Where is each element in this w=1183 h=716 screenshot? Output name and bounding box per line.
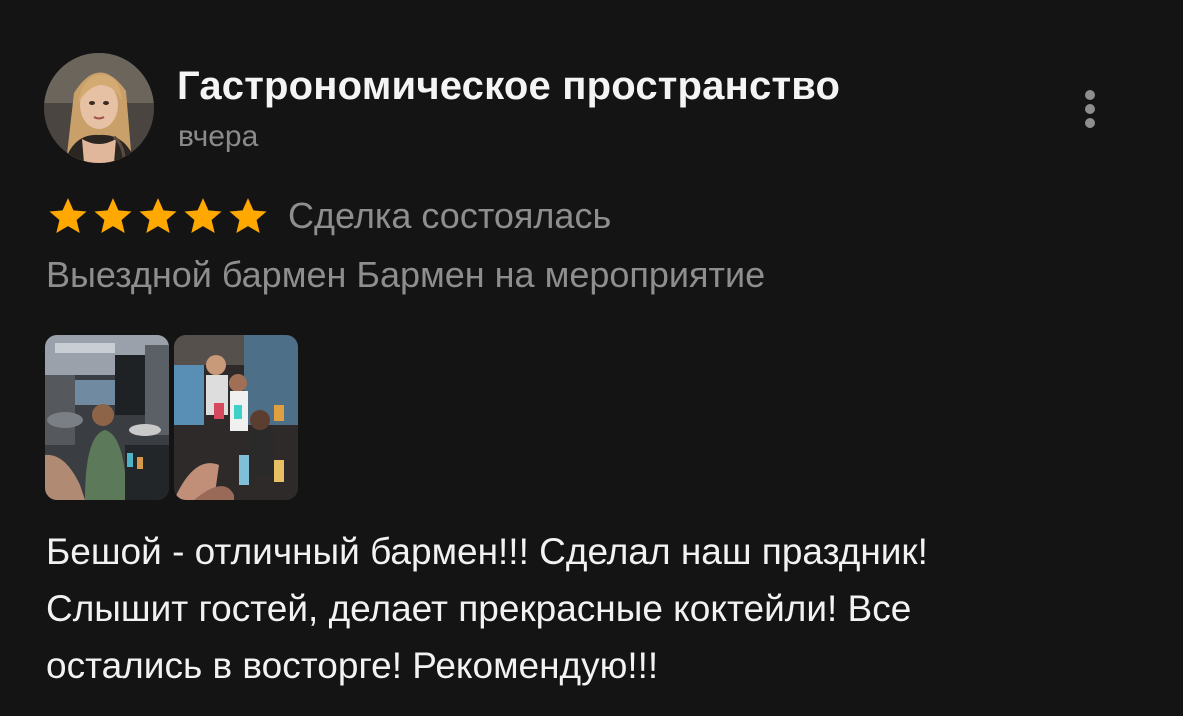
review-text-line: остались в восторге! Рекомендую!!! (46, 645, 659, 686)
author-avatar[interactable] (44, 53, 154, 163)
star-icon (184, 198, 222, 233)
deal-status: Сделка состоялась (288, 195, 612, 236)
rating-row: Сделка состоялась (46, 193, 611, 239)
review-photo[interactable] (45, 335, 169, 500)
more-vertical-icon (1085, 90, 1095, 100)
star-icon (49, 198, 87, 233)
review-photos (45, 335, 298, 500)
star-rating (46, 195, 270, 237)
review-card: Гастрономическое пространство вчера Сдел… (0, 0, 1183, 716)
review-date: вчера (178, 120, 259, 153)
review-text-line: Бешой - отличный бармен!!! Сделал наш пр… (46, 531, 928, 572)
more-options-button[interactable] (1072, 86, 1108, 132)
star-icon (229, 198, 267, 233)
service-title: Выездной бармен Бармен на мероприятие (46, 254, 766, 295)
star-icon (139, 198, 177, 233)
star-icon (94, 198, 132, 233)
review-text: Бешой - отличный бармен!!! Сделал наш пр… (46, 523, 1146, 694)
author-name[interactable]: Гастрономическое пространство (177, 64, 840, 109)
review-text-line: Слышит гостей, делает прекрасные коктейл… (46, 588, 912, 629)
review-photo[interactable] (174, 335, 298, 500)
